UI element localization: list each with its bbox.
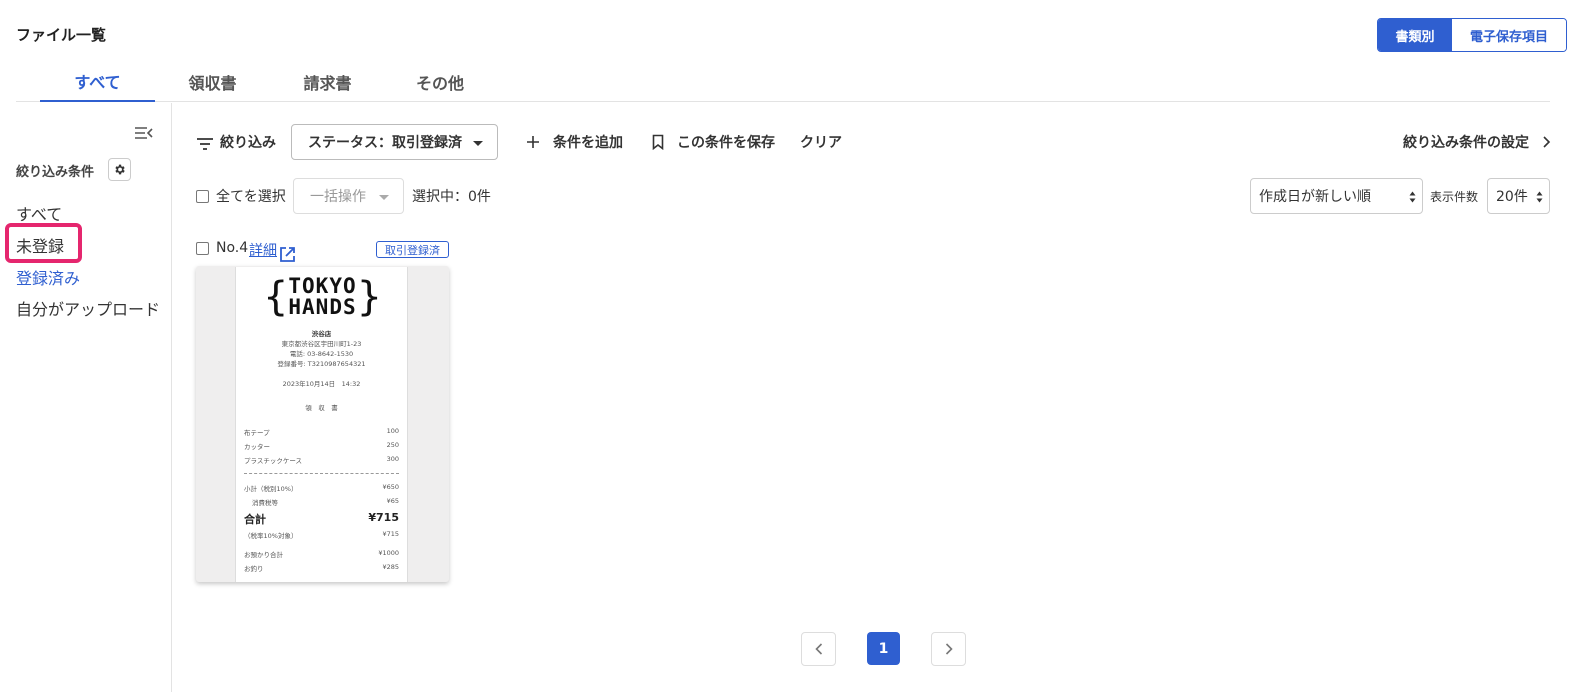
status-select[interactable]: ステータス：取引登録済 xyxy=(291,124,498,160)
external-link-icon xyxy=(280,247,295,262)
detail-link-label: 詳細 xyxy=(249,243,277,259)
filter-settings-label: 絞り込み条件の設定 xyxy=(1403,135,1529,151)
receipt-phone: 電話: 03-8642-1530 xyxy=(289,350,354,358)
select-all-checkbox[interactable] xyxy=(196,189,209,203)
chevron-right-icon xyxy=(1543,136,1551,148)
receipt-subtotal: 小計（税別10%） ¥650 xyxy=(244,483,399,493)
save-condition-label: この条件を保存 xyxy=(677,135,775,151)
tokyo-hands-logo: { TOKYO HANDS } xyxy=(262,274,383,320)
filter-toggle[interactable]: 絞り込み xyxy=(196,132,276,152)
save-condition-button[interactable]: この条件を保存 xyxy=(652,132,775,152)
updown-arrows-icon xyxy=(1409,191,1416,203)
bookmark-icon xyxy=(652,134,664,150)
receipt-tax-target: （税率10%対象） ¥715 xyxy=(244,530,399,540)
receipt-store: 渋谷店 xyxy=(311,330,332,338)
file-select[interactable]: No.4 xyxy=(196,240,248,256)
page-number-current[interactable]: 1 xyxy=(867,632,900,665)
status-badge: 取引登録済 xyxy=(376,241,449,258)
tab-all[interactable]: すべて xyxy=(40,62,155,102)
chevron-left-icon xyxy=(814,643,822,655)
receipt-address: 東京都渋谷区宇田川町1-23 xyxy=(281,340,362,348)
filter-label: 絞り込み xyxy=(220,135,276,151)
gear-icon xyxy=(115,164,125,175)
sidebar-item-registered[interactable]: 登録済み xyxy=(16,265,80,289)
filter-settings-button[interactable] xyxy=(108,158,131,181)
receipt-line-item: 布テープ 100 xyxy=(244,427,399,437)
filter-icon xyxy=(197,137,213,150)
filter-bar: 絞り込み ステータス：取引登録済 条件を追加 この条件を保存 クリア 絞り込み条… xyxy=(196,124,1551,160)
receipt-datetime: 2023年10月14日 14:32 xyxy=(282,380,361,388)
tab-other[interactable]: その他 xyxy=(385,62,495,102)
view-by-document-button[interactable]: 書類別 xyxy=(1378,19,1452,51)
sort-select[interactable]: 作成日が新しい順 xyxy=(1250,178,1423,214)
select-all-label: 全てを選択 xyxy=(216,189,286,205)
chevron-down-icon xyxy=(473,141,483,146)
sort-select-value: 作成日が新しい順 xyxy=(1259,189,1371,205)
view-toggle: 書類別 電子保存項目 xyxy=(1377,18,1567,52)
filter-sidebar: 絞り込み条件 すべて 未登録 登録済み 自分がアップロード xyxy=(0,103,172,692)
collapse-sidebar-icon[interactable] xyxy=(134,125,154,141)
receipt-tax: 消費税等 ¥65 xyxy=(252,497,399,507)
per-page-value: 20件 xyxy=(1496,189,1528,205)
sidebar-item-all[interactable]: すべて xyxy=(16,201,62,225)
filter-conditions-heading: 絞り込み条件 xyxy=(16,165,95,180)
selected-count: 選択中：0件 xyxy=(412,189,491,205)
select-all[interactable]: 全てを選択 xyxy=(196,186,286,206)
receipt-thumbnail[interactable]: { TOKYO HANDS } 渋谷店 東京都渋谷区宇田川町1-23 電話: 0… xyxy=(196,266,449,582)
receipt-total: 合計 ¥715 xyxy=(244,511,399,526)
document-type-tabs: すべて 領収書 請求書 その他 xyxy=(16,62,1550,102)
view-by-storage-items-button[interactable]: 電子保存項目 xyxy=(1452,19,1566,51)
bulk-action-select[interactable]: 一括操作 xyxy=(293,178,404,214)
add-condition-button[interactable]: 条件を追加 xyxy=(526,132,623,152)
receipt-image: { TOKYO HANDS } 渋谷店 東京都渋谷区宇田川町1-23 電話: 0… xyxy=(235,267,408,582)
filter-settings-link[interactable]: 絞り込み条件の設定 xyxy=(1403,132,1551,152)
bulk-action-label: 一括操作 xyxy=(310,189,366,205)
per-page-select[interactable]: 20件 xyxy=(1487,178,1550,214)
detail-link[interactable]: 詳細 xyxy=(249,240,296,262)
chevron-down-icon xyxy=(379,195,389,200)
highlight-annotation xyxy=(5,223,82,263)
clear-button[interactable]: クリア xyxy=(800,132,842,152)
file-number: No.4 xyxy=(216,240,249,256)
receipt-change: お釣り ¥285 xyxy=(244,563,399,573)
receipt-line-item: カッター 250 xyxy=(244,441,399,451)
status-select-value: ステータス：取引登録済 xyxy=(308,135,462,151)
receipt-line-item: プラスチックケース 300 xyxy=(244,455,399,465)
receipt-divider xyxy=(244,473,399,474)
chevron-right-icon xyxy=(945,643,953,655)
tab-invoices[interactable]: 請求書 xyxy=(270,62,385,102)
file-checkbox[interactable] xyxy=(196,241,209,255)
page-title: ファイル一覧 xyxy=(16,26,107,44)
prev-page-button[interactable] xyxy=(801,632,836,666)
next-page-button[interactable] xyxy=(931,632,966,666)
sidebar-item-my-uploads[interactable]: 自分がアップロード xyxy=(16,296,160,320)
file-card-header: No.4 詳細 取引登録済 xyxy=(196,240,449,262)
per-page-label: 表示件数 xyxy=(1430,190,1479,204)
receipt-reg-no: 登録番号: T3210987654321 xyxy=(277,360,366,368)
receipt-received: お預かり合計 ¥1000 xyxy=(244,549,399,559)
receipt-doc-title: 領 収 書 xyxy=(305,404,338,412)
updown-arrows-icon xyxy=(1536,191,1543,203)
add-condition-label: 条件を追加 xyxy=(553,135,623,151)
tab-receipts[interactable]: 領収書 xyxy=(155,62,270,102)
list-controls: 全てを選択 一括操作 選択中：0件 作成日が新しい順 表示件数 20件 xyxy=(196,178,1551,214)
plus-icon xyxy=(527,136,539,148)
